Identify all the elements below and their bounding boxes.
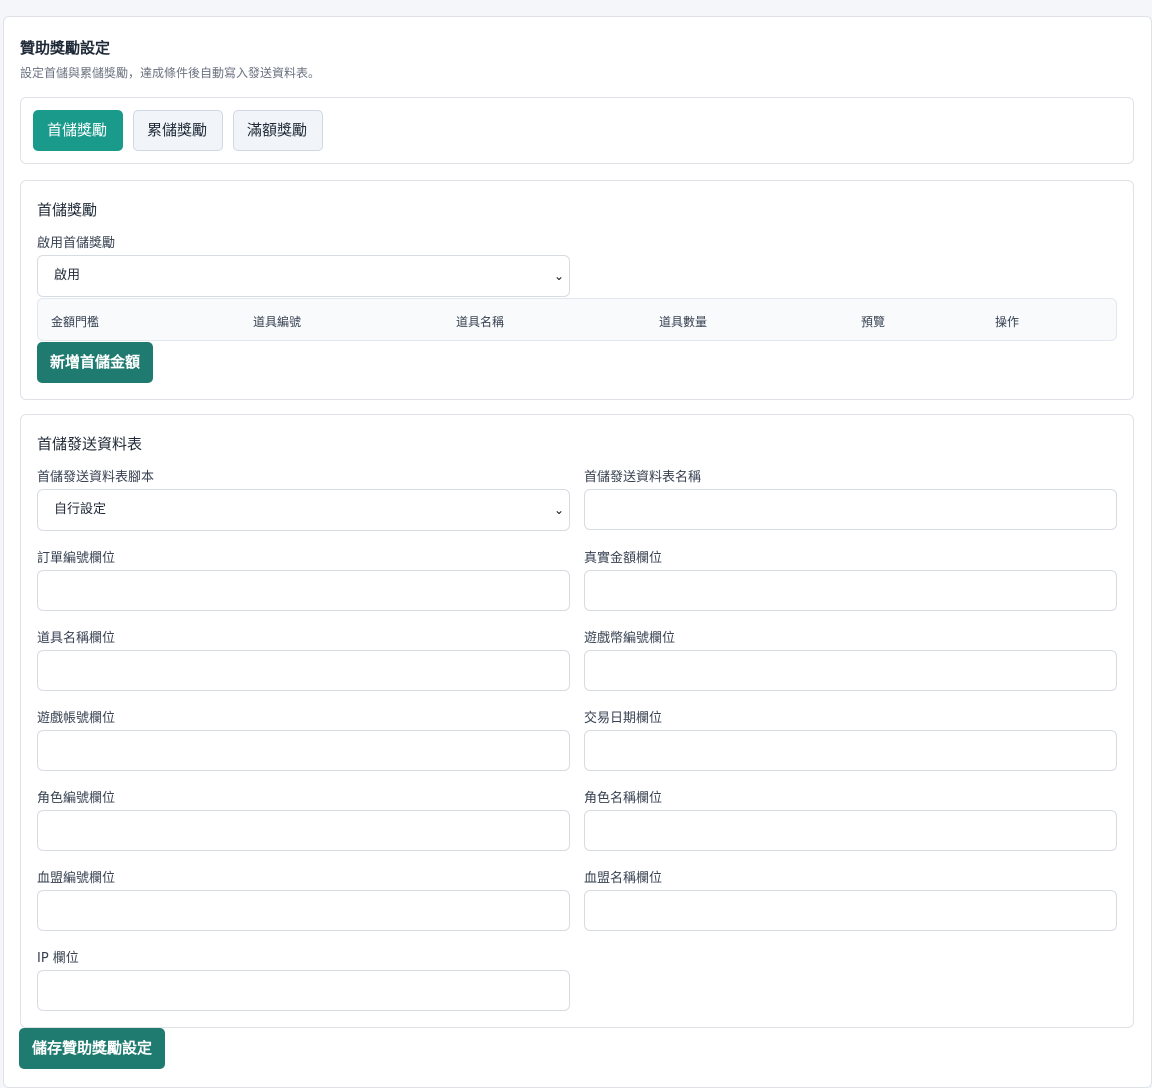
save-sponsor-settings-button[interactable]: 儲存贊助獎勵設定 [19,1028,166,1069]
real-amount-label: 真實金額欄位 [584,551,663,566]
column-header: 預覽 [861,315,886,329]
reward-tabs: 首儲獎勵 累儲獎勵 滿額獎勵 [20,97,1134,164]
real-amount-input[interactable] [584,570,1117,611]
game-account-label: 遊戲帳號欄位 [37,711,116,726]
item-name-label: 道具名稱欄位 [37,631,116,646]
order-id-input[interactable] [37,570,570,611]
sheet-name-label: 首儲發送資料表名稱 [584,470,702,485]
character-name-label: 角色名稱欄位 [584,791,663,806]
game-currency-id-input[interactable] [584,650,1117,691]
column-header: 道具數量 [659,315,708,329]
enable-first-deposit-select[interactable]: 啟用 ⌄ [37,255,570,297]
game-account-input[interactable] [37,730,570,771]
tab-first-deposit[interactable]: 首儲獎勵 [33,110,123,151]
item-name-input[interactable] [37,650,570,691]
sponsor-reward-panel: 贊助獎勵設定 設定首儲與累儲獎勵，達成條件後自動寫入發送資料表。 首儲獎勵 累儲… [3,16,1152,1088]
clan-name-label: 血盟名稱欄位 [584,871,663,886]
column-header: 金額門檻 [51,315,100,329]
chevron-down-icon: ⌄ [553,269,564,283]
enable-first-deposit-label: 啟用首儲獎勵 [37,236,116,251]
column-header: 操作 [995,315,1020,329]
page-title: 贊助獎勵設定 [20,39,111,57]
page-subtitle: 設定首儲與累儲獎勵，達成條件後自動寫入發送資料表。 [20,66,321,80]
sheet-script-select[interactable]: 自行設定 ⌄ [37,489,570,531]
transaction-date-input[interactable] [584,730,1117,771]
sheet-script-label: 首儲發送資料表腳本 [37,470,155,485]
clan-id-input[interactable] [37,890,570,931]
clan-name-input[interactable] [584,890,1117,931]
sheet-name-input[interactable] [584,489,1117,530]
tab-full-amount[interactable]: 滿額獎勵 [233,110,323,151]
transaction-date-label: 交易日期欄位 [584,711,663,726]
character-name-input[interactable] [584,810,1117,851]
first-deposit-table-header: 金額門檻 道具編號 道具名稱 道具數量 預覽 操作 [37,298,1117,341]
tab-cumulative-deposit[interactable]: 累儲獎勵 [133,110,223,151]
add-first-deposit-button[interactable]: 新增首儲金額 [37,342,154,383]
ip-input[interactable] [37,970,570,1011]
clan-id-label: 血盟編號欄位 [37,871,116,886]
column-header: 道具名稱 [456,315,505,329]
order-id-label: 訂單編號欄位 [37,551,116,566]
sheet-title: 首儲發送資料表 [37,435,143,453]
game-currency-id-label: 遊戲幣編號欄位 [584,631,676,646]
sheet-card: 首儲發送資料表 首儲發送資料表腳本 自行設定 ⌄ 首儲發送資料表名稱 訂單編號欄… [20,414,1134,1028]
enable-first-deposit-value: 啟用 [54,268,81,283]
sheet-script-value: 自行設定 [54,502,107,517]
first-deposit-title: 首儲獎勵 [37,201,98,219]
ip-label: IP 欄位 [37,951,79,966]
chevron-down-icon: ⌄ [553,503,564,517]
first-deposit-card: 首儲獎勵 啟用首儲獎勵 啟用 ⌄ 金額門檻 道具編號 道具名稱 道具數量 預覽 … [20,180,1134,400]
character-id-input[interactable] [37,810,570,851]
column-header: 道具編號 [253,315,302,329]
character-id-label: 角色編號欄位 [37,791,116,806]
